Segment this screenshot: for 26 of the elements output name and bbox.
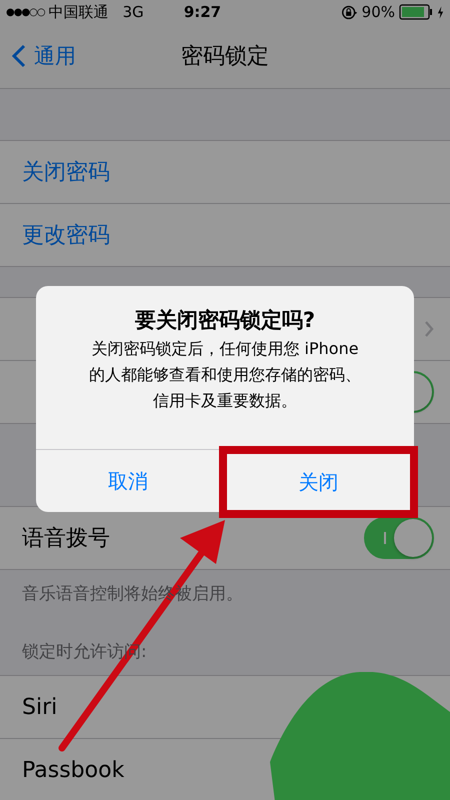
screen-title: 密码锁定 — [181, 43, 269, 71]
alert-message-line: 关闭密码锁定后，任何使用您 iPhone — [91, 338, 359, 360]
chevron-icon — [424, 320, 434, 338]
alert-title: 要关闭密码锁定吗? — [134, 307, 316, 334]
settings-row[interactable]: 更改密码 — [0, 204, 450, 266]
alert-message-line: 的人都能够查看和使用您存储的密码、 — [89, 364, 361, 386]
battery-percent: 90% — [362, 3, 395, 21]
clock-time: 9:27 — [184, 3, 222, 21]
alert-button[interactable]: 关闭 — [218, 446, 418, 518]
charging-icon — [437, 6, 444, 18]
back-chevron-icon — [12, 44, 26, 68]
settings-row[interactable]: 关闭密码 — [0, 141, 450, 204]
toggle-switch[interactable] — [364, 517, 434, 559]
network-type: 3G — [122, 3, 144, 21]
battery-icon — [399, 4, 433, 20]
row-label: Passbook — [22, 758, 126, 782]
rotation-lock-icon — [340, 4, 358, 20]
settings-row[interactable]: 语音拨号 — [0, 507, 450, 569]
row-label: 语音拨号 — [22, 525, 111, 553]
back-button[interactable]: 通用 — [0, 42, 76, 70]
row-label: Siri — [22, 694, 58, 720]
signal-strength: ●●●○○ — [6, 6, 45, 18]
row-label: 更改密码 — [22, 222, 111, 250]
row-label: 关闭密码 — [22, 159, 111, 187]
alert-message-line: 信用卡及重要数据。 — [153, 390, 297, 412]
carrier-name: 中国联通 — [48, 2, 109, 22]
